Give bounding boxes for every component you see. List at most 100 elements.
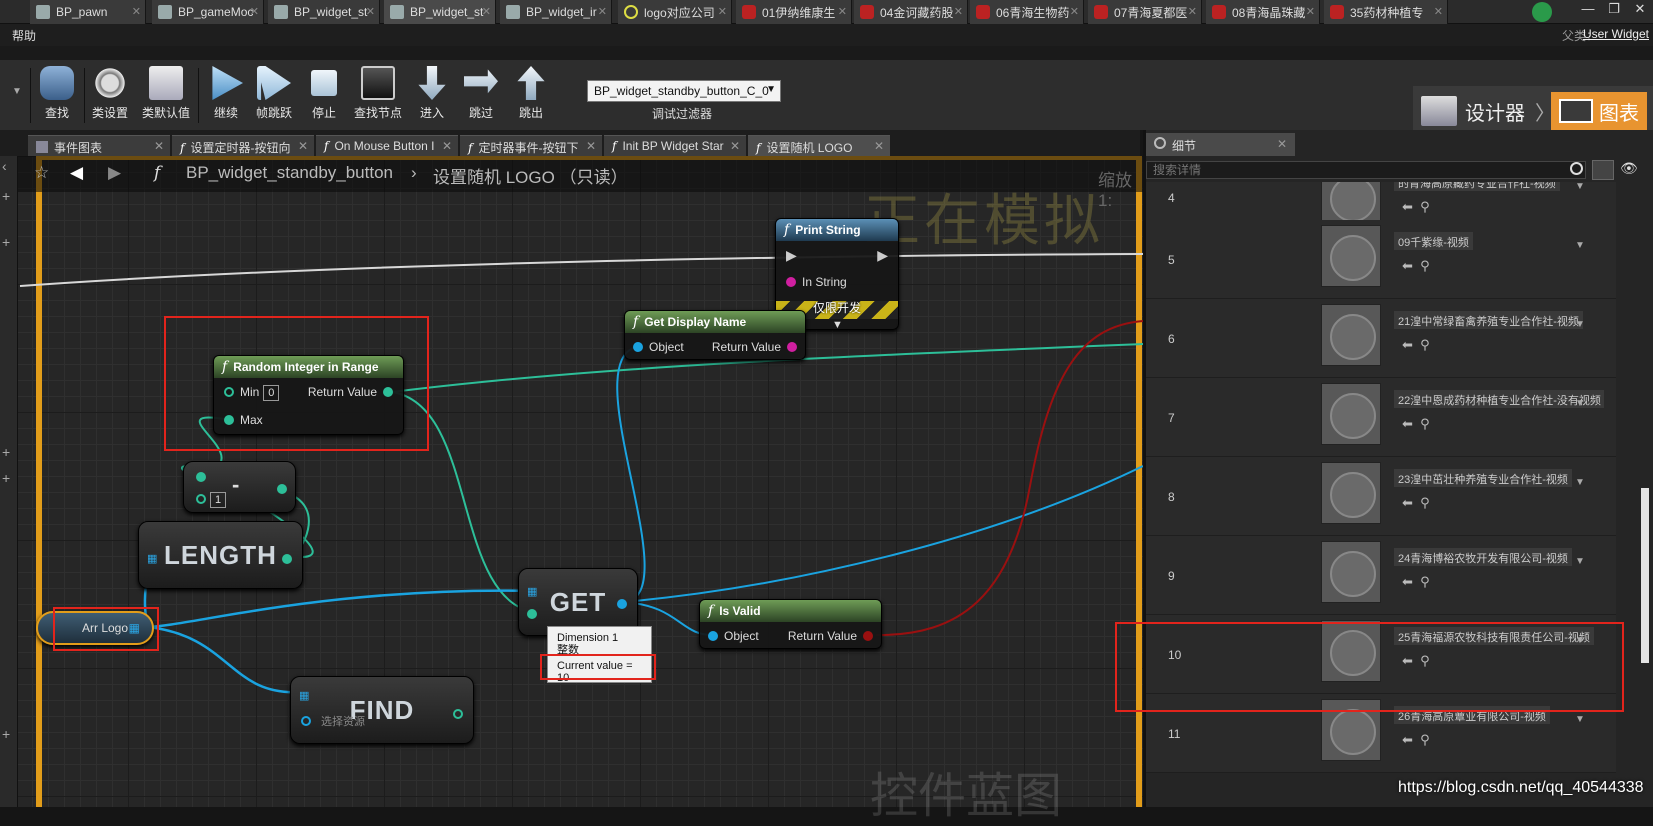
node-get-display-name[interactable]: f Get Display Name Object Return Value <box>624 310 806 360</box>
toolbar-chevron-icon[interactable]: ▼ <box>12 86 22 97</box>
tab-texture-04[interactable]: 04金诃藏药股 ✕ <box>854 0 968 24</box>
dropdown-arrow-icon[interactable]: ▼ <box>1575 556 1585 567</box>
input-b-pin[interactable]: 1 <box>196 492 226 508</box>
close-icon[interactable]: ✕ <box>1070 5 1079 18</box>
reset-arrow-icon[interactable]: ⬅ ⚲ <box>1402 258 1430 274</box>
stop-button[interactable]: 停止 <box>298 66 350 126</box>
dropdown-arrow-icon[interactable]: ▼ <box>1575 240 1585 251</box>
object-pin[interactable]: Object <box>708 629 759 643</box>
tab-event-graph[interactable]: 事件图表 ✕ <box>28 135 170 156</box>
find-button[interactable]: 查找 <box>31 66 83 126</box>
add-icon[interactable]: + <box>2 727 16 742</box>
length-out-pin[interactable] <box>282 552 292 566</box>
step-into-button[interactable]: 进入 <box>406 66 458 126</box>
tab-bp-pawn[interactable]: BP_pawn ✕ <box>30 0 146 24</box>
close-icon[interactable]: ✕ <box>366 5 375 18</box>
tab-texture-35[interactable]: 35药材种植专 ✕ <box>1324 0 1448 24</box>
close-icon[interactable]: ✕ <box>730 139 740 153</box>
tab-init-bp-widget[interactable]: f Init BP Widget Star ✕ <box>604 135 746 156</box>
tab-set-random-logo[interactable]: f 设置随机 LOGO ✕ <box>748 135 890 156</box>
get-out-pin[interactable] <box>617 597 627 611</box>
favorite-star-icon[interactable]: ☆ <box>34 163 49 183</box>
class-defaults-button[interactable]: 类默认值 <box>140 66 192 126</box>
exec-in-pin[interactable]: ▶ <box>786 247 797 264</box>
add-icon[interactable]: + <box>2 471 16 486</box>
asset-select[interactable]: 09千紫缘-视频 <box>1394 232 1473 250</box>
close-icon[interactable]: ✕ <box>154 139 164 153</box>
close-icon[interactable]: ✕ <box>718 5 727 18</box>
breadcrumb-class[interactable]: BP_widget_standby_button <box>186 163 393 183</box>
tab-bp-gamemode[interactable]: BP_gameMoc ✕ <box>152 0 264 24</box>
details-scrollbar[interactable] <box>1641 488 1649 663</box>
class-settings-button[interactable]: 类设置 <box>84 66 136 126</box>
close-icon[interactable]: ✕ <box>442 139 452 153</box>
tab-bp-widget-st-1[interactable]: BP_widget_st ✕ <box>268 0 380 24</box>
dropdown-arrow-icon[interactable]: ▼ <box>1575 477 1585 488</box>
close-icon[interactable]: ✕ <box>586 139 596 153</box>
asset-select[interactable]: 22湟中恩成药材种植专业合作社-没有视频 <box>1394 390 1604 408</box>
tab-on-mouse-button[interactable]: f On Mouse Button I ✕ <box>316 135 458 156</box>
back-arrow-icon[interactable]: ◀ <box>70 163 83 183</box>
asset-select[interactable]: 21湟中常绿畜禽养殖专业合作社-视频 <box>1394 311 1583 329</box>
input-a-pin[interactable] <box>196 470 206 484</box>
tab-texture-07[interactable]: 07青海夏都医 ✕ <box>1088 0 1202 24</box>
node-is-valid[interactable]: f Is Valid Object Return Value <box>699 599 882 649</box>
close-icon[interactable]: ✕ <box>954 5 963 18</box>
object-pin[interactable]: Object <box>633 340 684 354</box>
tab-timer-event[interactable]: f 定时器事件-按钮下 ✕ <box>460 135 602 156</box>
add-icon[interactable]: + <box>2 235 16 250</box>
dropdown-arrow-icon[interactable]: ▼ <box>1575 319 1585 330</box>
close-icon[interactable]: ✕ <box>1306 5 1315 18</box>
close-icon[interactable]: ✕ <box>482 5 491 18</box>
find-out-pin[interactable] <box>453 707 463 721</box>
close-icon[interactable]: ✕ <box>838 5 847 18</box>
close-icon[interactable]: ✕ <box>1434 5 1443 18</box>
tab-texture-01[interactable]: 01伊纳维康生 ✕ <box>736 0 852 24</box>
dropdown-arrow-icon[interactable]: ▼ <box>1575 714 1585 725</box>
texture-thumbnail[interactable] <box>1321 225 1381 287</box>
chevron-left-icon[interactable]: ‹ <box>2 159 16 174</box>
tab-texture-06[interactable]: 06青海生物药 ✕ <box>970 0 1084 24</box>
node-find[interactable]: ▦ FIND 选择资源 <box>290 676 474 744</box>
designer-mode-button[interactable]: 设计器〉 <box>1421 92 1555 130</box>
texture-thumbnail[interactable] <box>1321 541 1381 603</box>
output-pin[interactable] <box>277 482 287 496</box>
close-icon[interactable]: ✕ <box>132 5 141 18</box>
return-value-pin[interactable]: Return Value <box>788 629 873 643</box>
step-over-button[interactable]: 跳过 <box>455 66 507 126</box>
graph-mode-button[interactable]: 图表 <box>1551 92 1647 130</box>
close-icon[interactable]: ✕ <box>874 139 884 153</box>
asset-select[interactable]: 的青海高原藏药专业合作社-视频 <box>1394 182 1560 191</box>
texture-thumbnail[interactable] <box>1321 383 1381 445</box>
step-out-button[interactable]: 跳出 <box>505 66 557 126</box>
close-icon[interactable]: ✕ <box>1627 0 1653 20</box>
tab-bp-widget-ir[interactable]: BP_widget_ir ✕ <box>500 0 612 24</box>
find-node-button[interactable]: 查找节点 <box>352 66 404 126</box>
texture-thumbnail[interactable] <box>1321 462 1381 524</box>
dropdown-arrow-icon[interactable]: ▼ <box>1575 182 1585 192</box>
eye-icon[interactable]: 👁 <box>1620 160 1638 177</box>
close-icon[interactable]: ✕ <box>598 5 607 18</box>
asset-select[interactable]: 24青海博裕农牧开发有限公司-视频 <box>1394 548 1572 566</box>
close-icon[interactable]: ✕ <box>250 5 259 18</box>
menu-help[interactable]: 帮助 <box>12 27 36 44</box>
reset-arrow-icon[interactable]: ⬅ ⚲ <box>1402 732 1430 748</box>
details-tab[interactable]: 细节 ✕ <box>1146 133 1295 156</box>
subtract-value-input[interactable]: 1 <box>210 492 226 508</box>
reset-arrow-icon[interactable]: ⬅ ⚲ <box>1402 574 1430 590</box>
frame-skip-button[interactable]: 帧跳跃 <box>248 66 300 126</box>
view-options-icon[interactable] <box>1592 160 1614 180</box>
expand-arrow-icon[interactable]: ▼ <box>832 319 843 331</box>
asset-select[interactable]: 23湟中茁壮种养殖专业合作社-视频 <box>1394 469 1572 487</box>
tab-bp-widget-st-2[interactable]: BP_widget_st ✕ <box>384 0 496 24</box>
blueprint-graph[interactable]: ‹ + + + + + ☆ ◀ ▶ f BP_widget_standby_bu… <box>0 156 1143 823</box>
dropdown-arrow-icon[interactable]: ▼ <box>1575 398 1585 409</box>
restore-icon[interactable]: ❐ <box>1601 0 1627 20</box>
add-icon[interactable]: + <box>2 189 16 204</box>
tab-logo-company[interactable]: logo对应公司 ✕ <box>618 0 732 24</box>
resume-button[interactable]: 继续 <box>200 66 252 126</box>
reset-arrow-icon[interactable]: ⬅ ⚲ <box>1402 337 1430 353</box>
tab-texture-08[interactable]: 08青海晶珠藏 ✕ <box>1206 0 1320 24</box>
node-subtract[interactable]: - 1 <box>183 461 296 513</box>
add-icon[interactable]: + <box>2 445 16 460</box>
